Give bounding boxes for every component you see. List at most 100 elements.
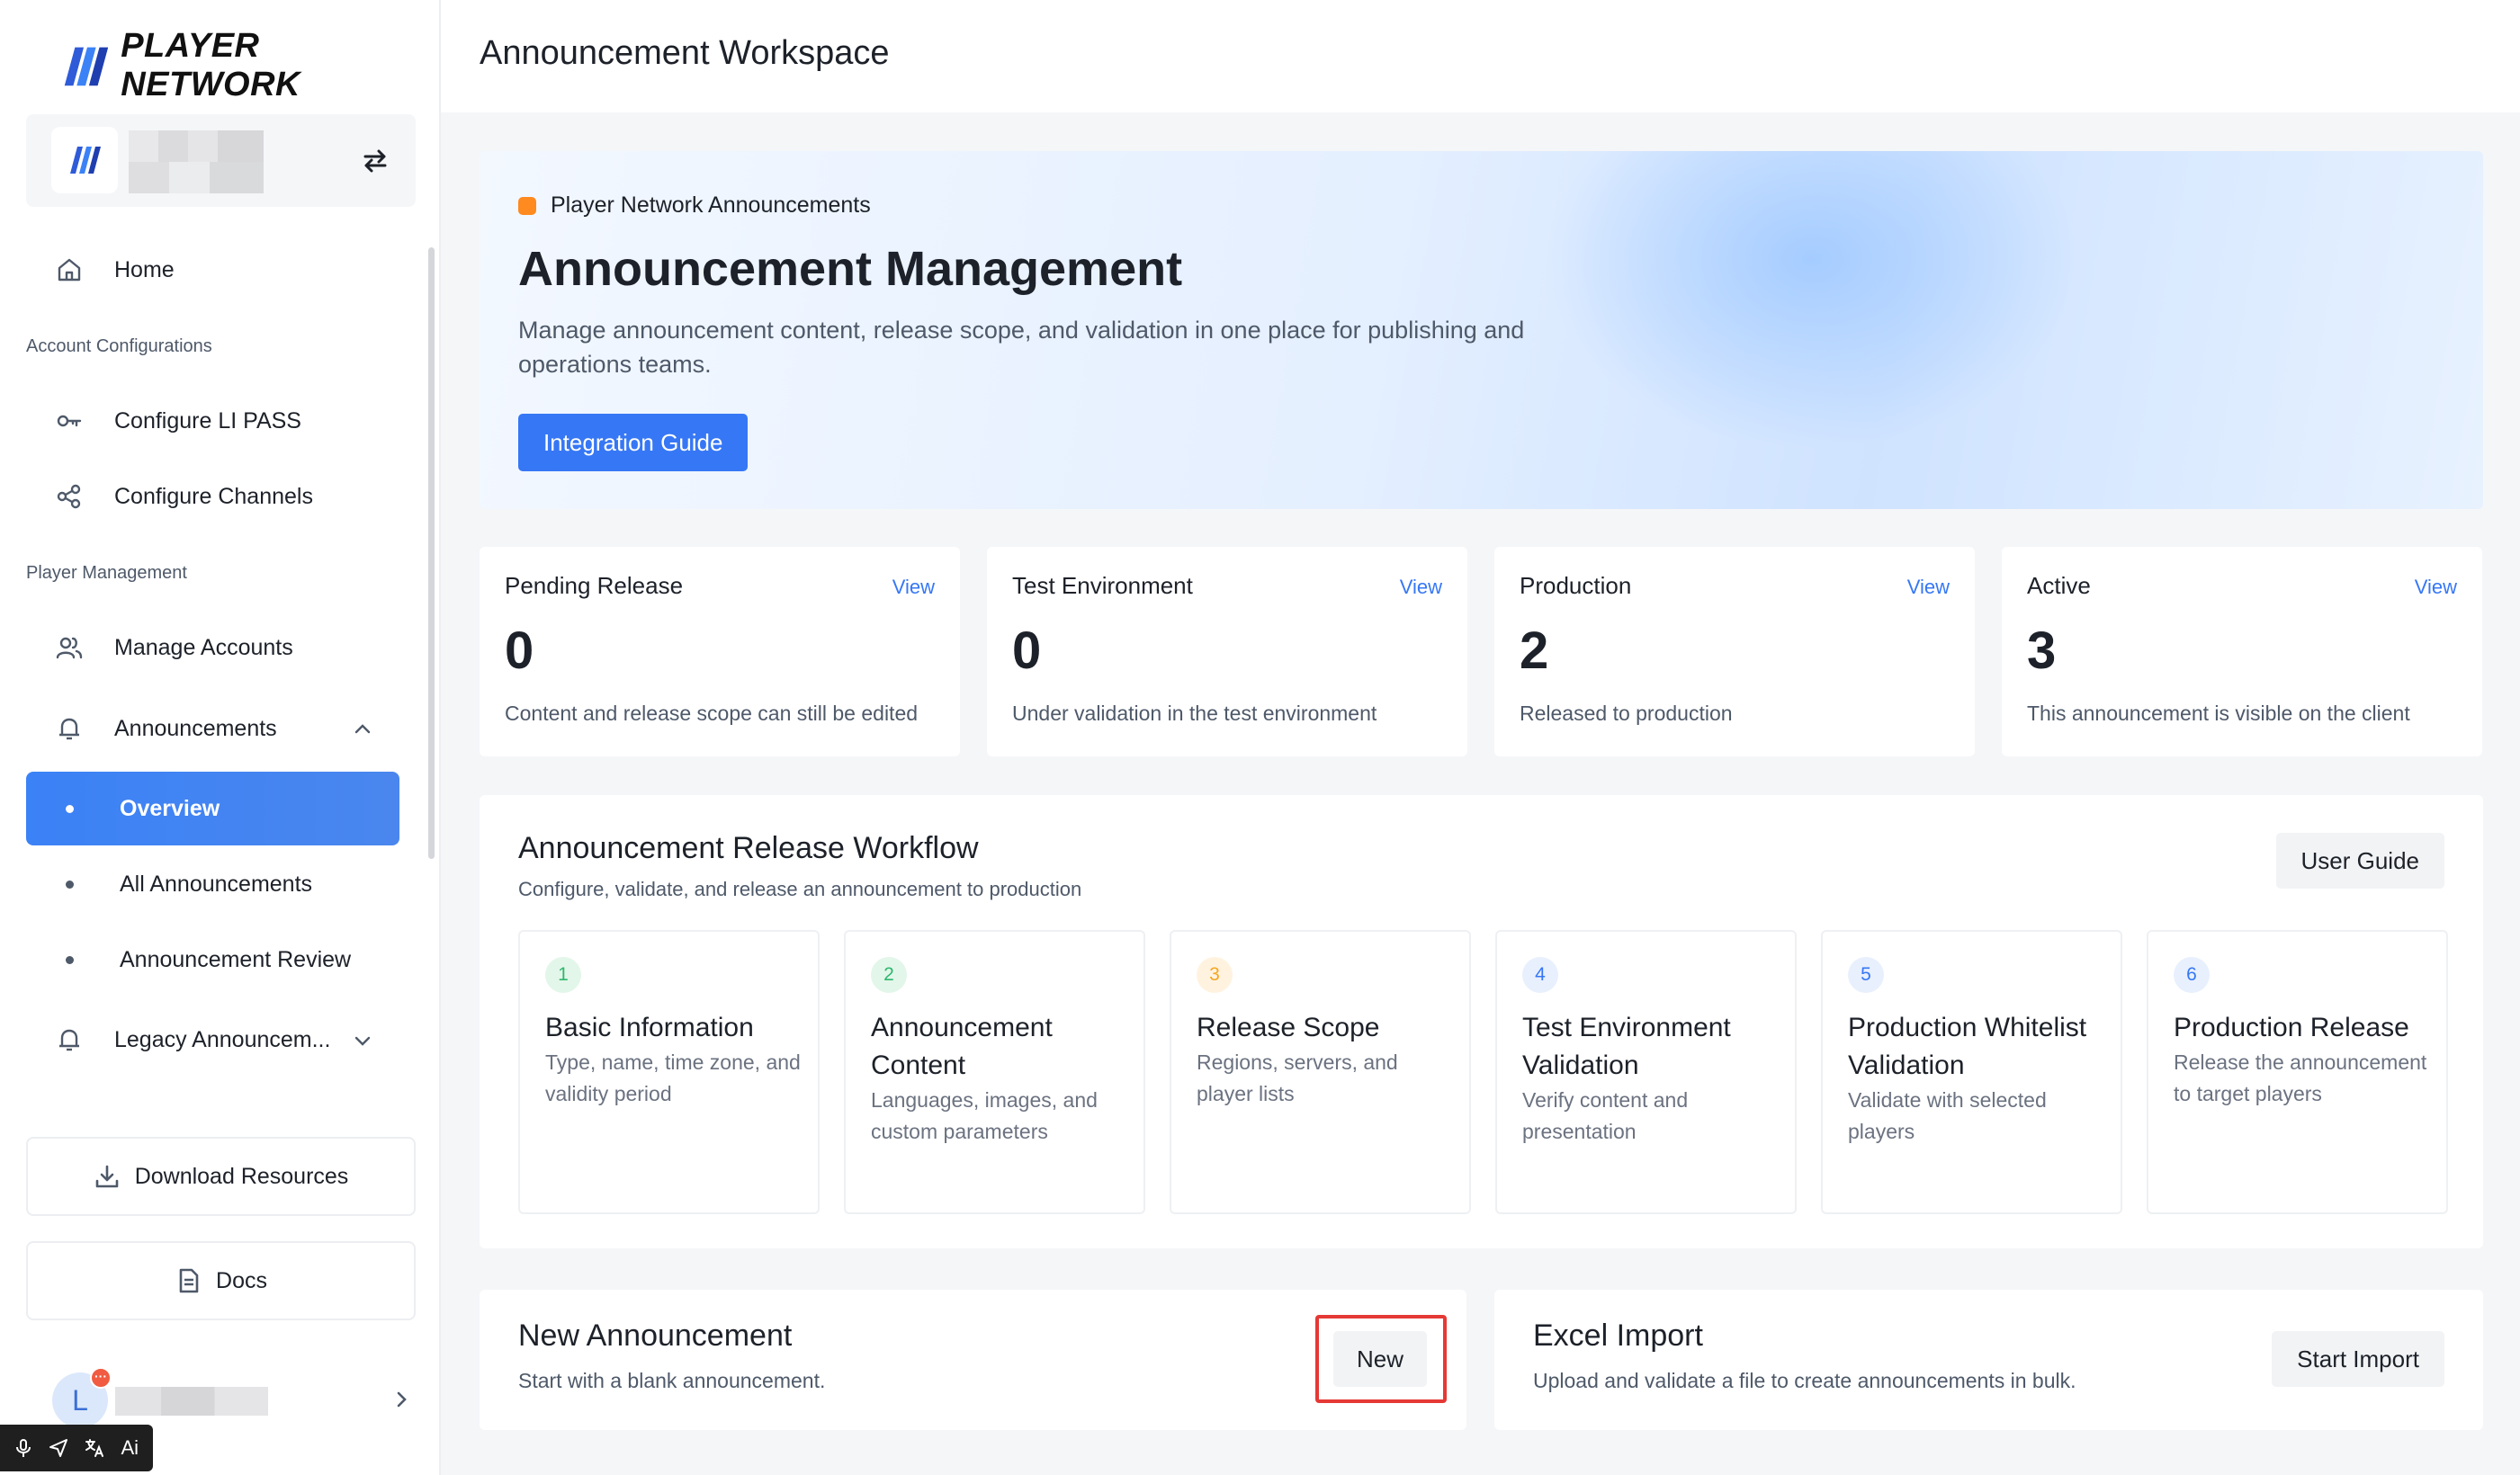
sidebar-scrollbar[interactable] xyxy=(428,247,435,859)
sidebar-item-label: Configure Channels xyxy=(114,483,313,509)
workflow-step-5: 5 Production Whitelist Validation Validate… xyxy=(1821,930,2122,1214)
excel-import-subtitle: Upload and validate a file to create ann… xyxy=(1533,1369,2076,1392)
stat-card-active: Active View 3 This announcement is visib… xyxy=(2002,547,2482,756)
step-title: Basic Information xyxy=(545,1013,754,1042)
stat-description: Released to production xyxy=(1520,702,1733,725)
step-number-badge: 4 xyxy=(1522,957,1558,993)
step-title: Production Whitelist Validation xyxy=(1848,1013,2087,1080)
hero-banner: Player Network Announcements Announcemen… xyxy=(480,151,2483,509)
translate-icon[interactable] xyxy=(78,1437,111,1459)
sidebar: PLAYER NETWORK Home Account Configuratio… xyxy=(0,0,441,1475)
sidebar-item-all-announcements[interactable]: All Announcements xyxy=(26,847,399,921)
download-resources-label: Download Resources xyxy=(134,1163,349,1189)
app-root: PLAYER NETWORK Home Account Configuratio… xyxy=(0,0,2520,1475)
step-description: Validate with selected players xyxy=(1848,1088,2047,1143)
stat-title: Test Environment xyxy=(1012,572,1193,599)
step-number-badge: 3 xyxy=(1197,957,1233,993)
user-profile[interactable]: L ··· xyxy=(52,1367,412,1432)
stat-view-link[interactable]: View xyxy=(892,576,935,599)
send-icon[interactable] xyxy=(42,1437,75,1459)
document-icon xyxy=(179,1268,199,1293)
stat-view-link[interactable]: View xyxy=(2415,576,2457,599)
sidebar-item-configure-li-pass[interactable]: Configure LI PASS xyxy=(26,384,399,458)
org-logo-icon xyxy=(70,147,101,174)
section-label-account: Account Configurations xyxy=(26,336,212,356)
stat-view-link[interactable]: View xyxy=(1907,576,1950,599)
notification-badge: ··· xyxy=(90,1367,112,1389)
sidebar-item-label: Manage Accounts xyxy=(114,634,293,660)
main-content: Announcement Workspace Player Network An… xyxy=(441,0,2520,1475)
bullet-icon xyxy=(66,804,74,813)
stat-value: 0 xyxy=(505,621,534,680)
stat-value: 3 xyxy=(2027,621,2057,680)
step-number-badge: 2 xyxy=(871,957,907,993)
stat-view-link[interactable]: View xyxy=(1400,576,1442,599)
section-label-player: Player Management xyxy=(26,563,187,583)
step-description: Regions, servers, and player lists xyxy=(1197,1050,1398,1105)
excel-import-card: Excel Import Upload and validate a file … xyxy=(1494,1290,2483,1430)
ai-icon[interactable]: Ai xyxy=(113,1436,146,1460)
step-title: Announcement Content xyxy=(871,1013,1053,1080)
step-title: Production Release xyxy=(2174,1013,2409,1042)
org-switcher[interactable] xyxy=(26,114,416,207)
player-network-logo-icon xyxy=(64,47,109,86)
hero-description: Manage announcement content, release sco… xyxy=(518,317,1525,378)
sidebar-item-label: All Announcements xyxy=(120,871,313,897)
stat-card-production: Production View 2 Released to production xyxy=(1494,547,1975,756)
chevron-up-icon[interactable] xyxy=(353,720,372,739)
chevron-down-icon[interactable] xyxy=(353,1031,372,1050)
bullet-icon xyxy=(66,880,74,889)
org-avatar xyxy=(51,127,118,193)
bell-icon xyxy=(53,1024,85,1056)
sidebar-item-manage-accounts[interactable]: Manage Accounts xyxy=(26,611,399,684)
workflow-subtitle: Configure, validate, and release an anno… xyxy=(518,878,1082,900)
new-announcement-card: New Announcement Start with a blank anno… xyxy=(480,1290,1466,1430)
stat-description: This announcement is visible on the clie… xyxy=(2027,702,2410,725)
new-button[interactable]: New xyxy=(1333,1331,1428,1387)
workflow-step-2: 2 Announcement Content Languages, images, … xyxy=(844,930,1145,1214)
stat-card-pending-release: Pending Release View 0 Content and relea… xyxy=(480,547,960,756)
user-guide-button[interactable]: User Guide xyxy=(2275,833,2444,889)
sidebar-item-label: Announcement Review xyxy=(120,946,352,972)
stat-value: 0 xyxy=(1012,621,1042,680)
sidebar-item-label: Announcements xyxy=(114,715,277,741)
sidebar-item-overview[interactable]: Overview xyxy=(26,772,399,845)
microphone-icon[interactable] xyxy=(7,1437,40,1459)
hero-tag-label: Player Network Announcements xyxy=(551,192,871,218)
stat-value: 2 xyxy=(1520,621,1549,680)
release-workflow-panel: Announcement Release Workflow Configure,… xyxy=(480,795,2483,1248)
user-name-redacted xyxy=(115,1387,268,1416)
stat-description: Under validation in the test environment xyxy=(1012,702,1377,725)
sidebar-item-announcements[interactable]: Announcements xyxy=(26,692,399,765)
step-title: Release Scope xyxy=(1197,1013,1380,1042)
sidebar-item-configure-channels[interactable]: Configure Channels xyxy=(26,460,399,533)
step-description: Languages, images, and custom parameters xyxy=(871,1088,1098,1143)
sidebar-item-label: Legacy Announcem... xyxy=(114,1026,331,1052)
org-name-redacted xyxy=(129,130,264,193)
step-number-badge: 5 xyxy=(1848,957,1884,993)
sidebar-item-announcement-review[interactable]: Announcement Review xyxy=(26,923,399,997)
excel-import-title: Excel Import xyxy=(1533,1319,1703,1353)
docs-button[interactable]: Docs xyxy=(26,1241,416,1320)
chevron-right-icon[interactable] xyxy=(390,1389,412,1410)
download-icon xyxy=(95,1165,118,1188)
brand-logo[interactable]: PLAYER NETWORK xyxy=(58,27,439,104)
step-title: Test Environment Validation xyxy=(1522,1013,1731,1080)
sidebar-item-home[interactable]: Home xyxy=(26,233,399,307)
workflow-step-6: 6 Production Release Release the announcem… xyxy=(2147,930,2448,1214)
download-resources-button[interactable]: Download Resources xyxy=(26,1137,416,1216)
stat-card-test-environment: Test Environment View 0 Under validation… xyxy=(987,547,1467,756)
new-announcement-subtitle: Start with a blank announcement. xyxy=(518,1369,826,1392)
stat-description: Content and release scope can still be e… xyxy=(505,702,919,725)
step-number-badge: 1 xyxy=(545,957,581,993)
switch-icon[interactable] xyxy=(362,148,389,174)
workflow-step-3: 3 Release Scope Regions, servers, and play… xyxy=(1170,930,1471,1214)
hero-title: Announcement Management xyxy=(518,242,1183,296)
sidebar-item-legacy-announcements[interactable]: Legacy Announcem... xyxy=(26,1003,399,1077)
stat-title: Pending Release xyxy=(505,572,684,599)
brand-name: PLAYER NETWORK xyxy=(121,27,300,103)
share-nodes-icon xyxy=(53,480,85,513)
integration-guide-button[interactable]: Integration Guide xyxy=(518,414,749,471)
start-import-button[interactable]: Start Import xyxy=(2272,1331,2444,1387)
top-bar: Announcement Workspace xyxy=(441,0,2520,112)
